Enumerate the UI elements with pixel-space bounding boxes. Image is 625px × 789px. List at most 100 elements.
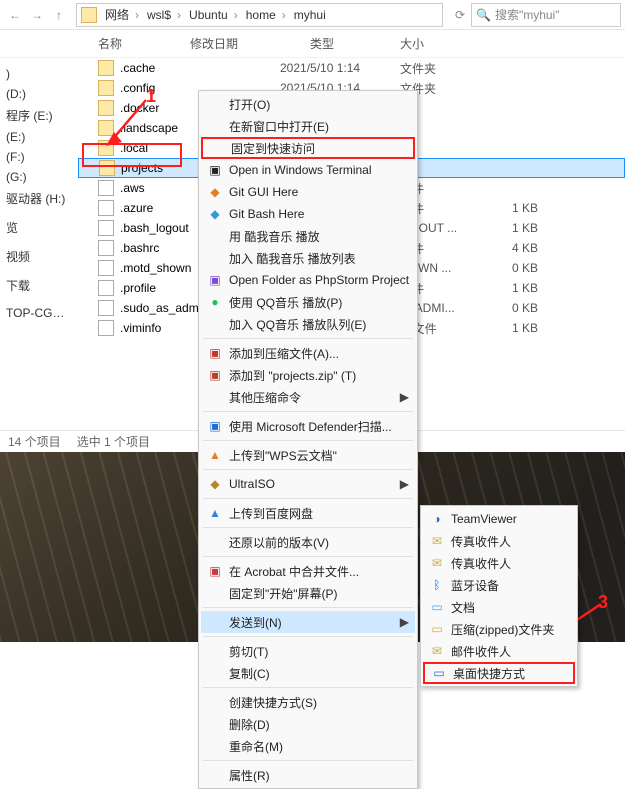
tree-item[interactable]: 览	[4, 216, 74, 239]
menu-item[interactable]: ▭ 文档	[423, 596, 575, 618]
menu-item-label: 复制(C)	[229, 665, 270, 682]
menu-item[interactable]: 加入 QQ音乐 播放队列(E)	[201, 313, 415, 335]
up-button[interactable]: ↑	[48, 4, 70, 26]
menu-item-label: UltraISO	[229, 477, 275, 491]
menu-item[interactable]: ▲上传到"WPS云文档"	[201, 444, 415, 466]
menu-item[interactable]: ▣在 Acrobat 中合并文件...	[201, 560, 415, 582]
file-size: 0 KB	[488, 261, 538, 275]
menu-item-label: 文档	[451, 599, 475, 616]
nav-tree[interactable]: )(D:)程序 (E:)(E:)(F:)(G:)驱动器 (H:) 览视频下载 TOP…	[0, 58, 78, 444]
menu-item[interactable]: ◆UltraISO▶	[201, 473, 415, 495]
menu-item[interactable]: 复制(C)	[201, 662, 415, 684]
col-size[interactable]: 大小	[400, 35, 625, 52]
file-type: 文件夹	[400, 60, 488, 77]
menu-item[interactable]: ✉邮件收件人	[423, 640, 575, 662]
menu-item[interactable]: ᛒ蓝牙设备	[423, 574, 575, 596]
menu-item[interactable]: 创建快捷方式(S)	[201, 691, 415, 713]
menu-item[interactable]: ✉传真收件人	[423, 552, 575, 574]
menu-item-label: 发送到(N)	[229, 614, 282, 631]
menu-item-label: 使用 Microsoft Defender扫描...	[229, 418, 392, 435]
menu-item[interactable]: 发送到(N)▶	[201, 611, 415, 633]
menu-item[interactable]: ▣添加到压缩文件(A)...	[201, 342, 415, 364]
col-name[interactable]: 名称	[0, 35, 190, 52]
menu-item-icon	[207, 738, 223, 754]
menu-item[interactable]: 用 酷我音乐 播放	[201, 225, 415, 247]
menu-item[interactable]: 固定到快速访问	[201, 137, 415, 159]
menu-item[interactable]: ◆Git GUI Here	[201, 181, 415, 203]
menu-item-label: 加入 酷我音乐 播放列表	[229, 250, 356, 267]
tree-item[interactable]: 视频	[4, 245, 74, 268]
back-button[interactable]: ←	[4, 4, 26, 26]
menu-item[interactable]: 打开(O)	[201, 93, 415, 115]
crumb[interactable]: wsl$	[143, 8, 185, 22]
menu-item-label: 删除(D)	[229, 716, 270, 733]
forward-button[interactable]: →	[26, 4, 48, 26]
context-menu-sendto[interactable]: ◑TeamViewer✉传真收件人✉传真收件人ᛒ蓝牙设备▭文档▭压缩(zippe…	[420, 505, 578, 687]
crumb[interactable]: myhui	[290, 8, 336, 22]
menu-item-label: Open Folder as PhpStorm Project	[229, 273, 409, 287]
menu-separator	[203, 556, 413, 557]
menu-item[interactable]: ▲上传到百度网盘	[201, 502, 415, 524]
tree-item[interactable]: 驱动器 (H:)	[4, 187, 74, 210]
menu-item[interactable]: 加入 酷我音乐 播放列表	[201, 247, 415, 269]
menu-item-icon	[207, 585, 223, 601]
crumb[interactable]: 网络	[101, 6, 143, 23]
menu-item[interactable]: ▣ 使用 Microsoft Defender扫描...	[201, 415, 415, 437]
menu-item-label: 还原以前的版本(V)	[229, 534, 329, 551]
menu-item[interactable]: ●使用 QQ音乐 播放(P)	[201, 291, 415, 313]
file-icon	[98, 240, 114, 256]
menu-item[interactable]: ▣添加到 "projects.zip" (T)	[201, 364, 415, 386]
file-icon	[98, 320, 114, 336]
menu-item-label: 其他压缩命令	[229, 389, 301, 406]
menu-item-icon: ✉	[429, 533, 445, 549]
tree-item[interactable]: (D:)	[4, 84, 74, 104]
crumb[interactable]: Ubuntu	[185, 8, 242, 22]
menu-item[interactable]: ▭压缩(zipped)文件夹	[423, 618, 575, 640]
menu-item-label: 在新窗口中打开(E)	[229, 118, 329, 135]
menu-separator	[203, 687, 413, 688]
col-type[interactable]: 类型	[310, 35, 400, 52]
search-input[interactable]: 🔍 搜索"myhui"	[471, 3, 621, 27]
menu-item[interactable]: ◑TeamViewer	[423, 508, 575, 530]
menu-separator	[203, 636, 413, 637]
tree-item[interactable]: (E:)	[4, 127, 74, 147]
refresh-button[interactable]: ⟳	[449, 4, 471, 26]
menu-item[interactable]: 属性(R)	[201, 764, 415, 786]
menu-item[interactable]: 删除(D)	[201, 713, 415, 735]
menu-item[interactable]: 在新窗口中打开(E)	[201, 115, 415, 137]
menu-item-icon: ▭	[431, 665, 447, 681]
menu-item-icon: ▭	[429, 599, 445, 615]
context-menu-main[interactable]: 打开(O) 在新窗口中打开(E) 固定到快速访问▣Open in Windows T…	[198, 90, 418, 789]
tree-item[interactable]: 下载	[4, 274, 74, 297]
menu-item[interactable]: ▣Open in Windows Terminal	[201, 159, 415, 181]
menu-item[interactable]: 剪切(T)	[201, 640, 415, 662]
menu-item-icon	[207, 694, 223, 710]
menu-item-label: 传真收件人	[451, 533, 511, 550]
menu-item[interactable]: 重命名(M)	[201, 735, 415, 757]
menu-item[interactable]: 还原以前的版本(V)	[201, 531, 415, 553]
tree-item[interactable]: 程序 (E:)	[4, 104, 74, 127]
file-row[interactable]: .cache2021/5/10 1:14文件夹	[78, 58, 625, 78]
menu-item-icon: ✉	[429, 555, 445, 571]
crumb[interactable]: home	[242, 8, 290, 22]
col-date[interactable]: 修改日期	[190, 35, 310, 52]
menu-item-icon: ◆	[207, 184, 223, 200]
menu-item-icon	[207, 250, 223, 266]
menu-separator	[203, 411, 413, 412]
menu-item-icon: ▣	[207, 418, 223, 434]
menu-item[interactable]: ✉ 传真收件人	[423, 530, 575, 552]
tree-item[interactable]: )	[4, 64, 74, 84]
tree-item[interactable]: (G:)	[4, 167, 74, 187]
breadcrumb[interactable]: 网络 wsl$ Ubuntu home myhui	[76, 3, 443, 27]
menu-item[interactable]: 其他压缩命令▶	[201, 386, 415, 408]
menu-item-label: 邮件收件人	[451, 643, 511, 660]
file-icon	[98, 300, 114, 316]
tree-item[interactable]: TOP-CGBTNE	[4, 303, 74, 323]
menu-item[interactable]: ▣Open Folder as PhpStorm Project	[201, 269, 415, 291]
menu-item[interactable]: ▭桌面快捷方式	[423, 662, 575, 684]
menu-item[interactable]: 固定到"开始"屏幕(P)	[201, 582, 415, 604]
menu-item-icon: ▣	[207, 162, 223, 178]
tree-item[interactable]: (F:)	[4, 147, 74, 167]
menu-item[interactable]: ◆Git Bash Here	[201, 203, 415, 225]
file-icon	[98, 280, 114, 296]
